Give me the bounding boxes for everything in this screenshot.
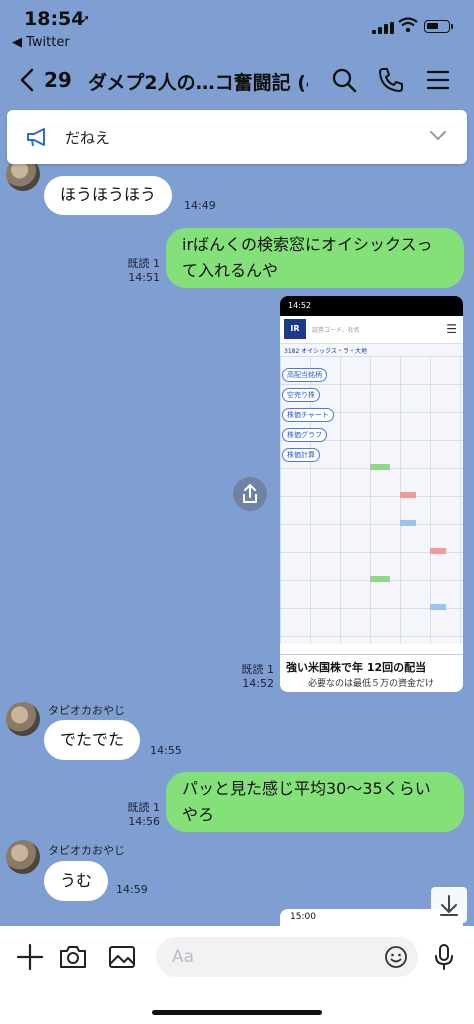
message-input[interactable]: Aa bbox=[156, 937, 418, 977]
share-button[interactable] bbox=[233, 477, 267, 511]
read-receipt: 既読 1 bbox=[127, 801, 161, 814]
plus-icon[interactable] bbox=[15, 942, 45, 972]
home-indicator bbox=[152, 1010, 322, 1015]
message-composer: Aa bbox=[0, 926, 474, 1024]
message-bubble[interactable]: うむ bbox=[44, 861, 109, 901]
screenshot-search: 証券コード、社名 bbox=[312, 327, 360, 334]
message-time: 14:59 bbox=[116, 883, 148, 896]
table-cell bbox=[430, 548, 446, 554]
sender-name: タピオカおやじ bbox=[48, 844, 125, 857]
screenshot-menu-icon: ☰ bbox=[446, 322, 457, 336]
avatar[interactable] bbox=[6, 702, 40, 736]
table-cell bbox=[400, 492, 416, 498]
arrow-down-icon bbox=[440, 895, 458, 916]
message-text-line: て入れるんや bbox=[182, 261, 279, 280]
message-time: 14:51 bbox=[128, 271, 160, 284]
chevron-left-icon[interactable] bbox=[16, 66, 40, 94]
screenshot-button: 高配当銘柄 bbox=[282, 368, 327, 382]
megaphone-icon bbox=[27, 128, 45, 147]
message-bubble[interactable]: irばんくの検索窓にオイシックスっ て入れるんや bbox=[166, 228, 464, 288]
unread-count[interactable]: 29 bbox=[44, 68, 72, 92]
announcement-text: だねえ bbox=[65, 129, 111, 147]
chevron-down-icon[interactable] bbox=[429, 130, 447, 142]
ad-headline: 強い米国株で年 12回の配当 bbox=[286, 661, 427, 674]
screenshot-button: 株価チャート bbox=[282, 408, 334, 422]
screenshot-time: 14:52 bbox=[288, 301, 312, 310]
signal-icon bbox=[372, 22, 394, 34]
chat-title: ダメプ2人の…コ奮闘記 (4) bbox=[88, 72, 308, 94]
announcement-banner[interactable]: だねえ bbox=[7, 110, 467, 164]
location-icon: ➚ bbox=[80, 12, 91, 26]
sender-name: タピオカおやじ bbox=[48, 704, 125, 717]
chat-header: 29 ダメプ2人の…コ奮闘記 (4) bbox=[0, 56, 474, 106]
ad-subline: 必要なのは最低５万の資金だけ bbox=[308, 679, 435, 689]
table-cell bbox=[370, 576, 390, 582]
ir-bank-logo: IR BANK bbox=[284, 319, 309, 353]
scroll-to-bottom-button[interactable] bbox=[431, 887, 467, 923]
message-text-line: irばんくの検索窓にオイシックスっ bbox=[182, 235, 433, 254]
status-bar: 18:54 ➚ ◀ Twitter bbox=[0, 0, 474, 56]
message-text: でたでた bbox=[60, 730, 125, 749]
message-bubble[interactable]: ほうほうほう bbox=[44, 176, 173, 215]
screenshot-button: 株価グラフ bbox=[282, 428, 327, 442]
read-receipt: 既読 1 bbox=[241, 663, 275, 676]
menu-icon[interactable] bbox=[424, 66, 452, 94]
search-icon[interactable] bbox=[330, 66, 358, 94]
screenshot-site-header: IR BANK 証券コード、社名 ☰ bbox=[280, 316, 463, 353]
message-text: うむ bbox=[60, 871, 93, 890]
message-text-line: パッと見た感じ平均30〜35くらい bbox=[182, 779, 431, 798]
battery-icon bbox=[424, 20, 453, 33]
status-time: 18:54 bbox=[24, 8, 85, 30]
share-icon bbox=[243, 484, 257, 503]
message-time: 14:56 bbox=[128, 815, 160, 828]
screenshot-button: 株価計算 bbox=[282, 448, 320, 462]
screenshot-button: 空売り株 bbox=[282, 388, 320, 402]
message-bubble[interactable]: パッと見た感じ平均30〜35くらい やろ bbox=[166, 772, 464, 832]
phone-icon[interactable] bbox=[377, 66, 405, 94]
message-text: ほうほうほう bbox=[60, 185, 157, 204]
screenshot-status-bar: 14:52 bbox=[280, 296, 463, 316]
screenshot-company: 3182 オイシックス・ラ・大地 bbox=[284, 348, 367, 355]
message-bubble[interactable]: でたでた bbox=[44, 720, 141, 760]
table-cell bbox=[370, 464, 390, 470]
read-receipt: 既読 1 bbox=[127, 257, 161, 270]
microphone-icon[interactable] bbox=[429, 942, 459, 972]
avatar[interactable] bbox=[6, 840, 40, 874]
screenshot-table: 3182 オイシックス・ラ・大地 高配当銘柄 空売り株 株価チャート 株価グラフ… bbox=[280, 344, 463, 644]
screenshot-ad-banner: 強い米国株で年 12回の配当 必要なのは最低５万の資金だけ bbox=[280, 654, 463, 692]
message-time: 14:52 bbox=[242, 677, 274, 690]
message-text-line: やろ bbox=[182, 805, 215, 824]
message-input-placeholder: Aa bbox=[172, 947, 195, 967]
screenshot-time: 15:00 bbox=[290, 912, 316, 922]
table-cell bbox=[430, 604, 446, 610]
emoji-icon[interactable] bbox=[384, 945, 408, 969]
table-cell bbox=[400, 520, 416, 526]
wifi-icon bbox=[398, 17, 418, 33]
shared-screenshot[interactable]: 14:52 IR BANK 証券コード、社名 ☰ 3182 オイシックス・ラ・大… bbox=[280, 296, 463, 692]
message-time: 14:55 bbox=[150, 744, 182, 757]
image-icon[interactable] bbox=[107, 942, 137, 972]
message-time: 14:49 bbox=[184, 199, 216, 212]
camera-icon[interactable] bbox=[58, 942, 88, 972]
back-to-app-link[interactable]: ◀ Twitter bbox=[12, 35, 70, 50]
